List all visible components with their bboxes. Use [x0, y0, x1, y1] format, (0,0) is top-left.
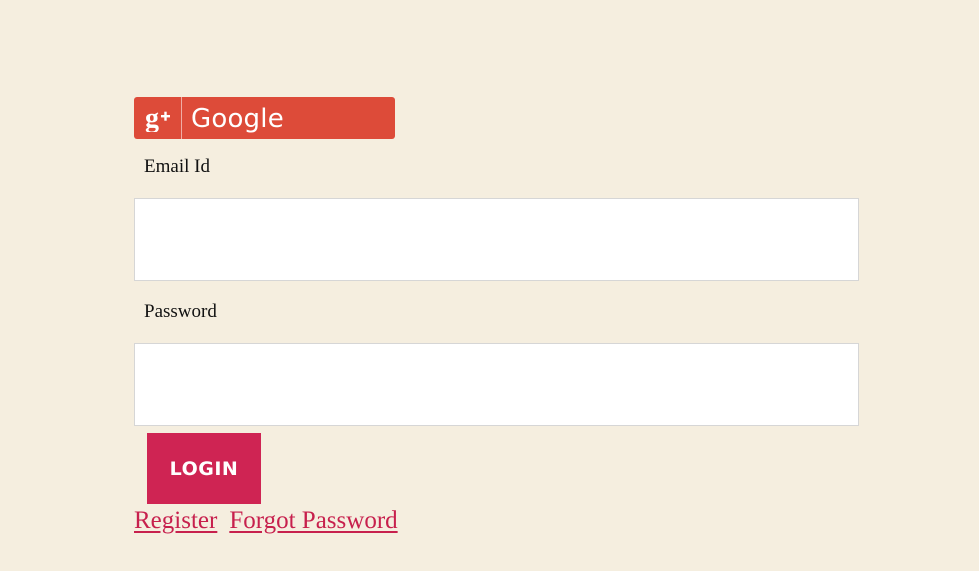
login-button[interactable]: LOGIN — [147, 433, 261, 504]
password-label: Password — [144, 301, 217, 322]
password-field[interactable] — [134, 343, 859, 426]
google-signin-button[interactable]: g Google — [134, 97, 395, 139]
google-plus-icon: g — [134, 97, 182, 139]
forgot-password-link[interactable]: Forgot Password — [229, 507, 397, 534]
email-field[interactable] — [134, 198, 859, 281]
google-button-label: Google — [191, 103, 284, 134]
svg-text:g: g — [145, 104, 159, 132]
register-link[interactable]: Register — [134, 507, 217, 534]
email-label: Email Id — [144, 156, 210, 177]
auth-links: Register Forgot Password — [134, 507, 398, 535]
